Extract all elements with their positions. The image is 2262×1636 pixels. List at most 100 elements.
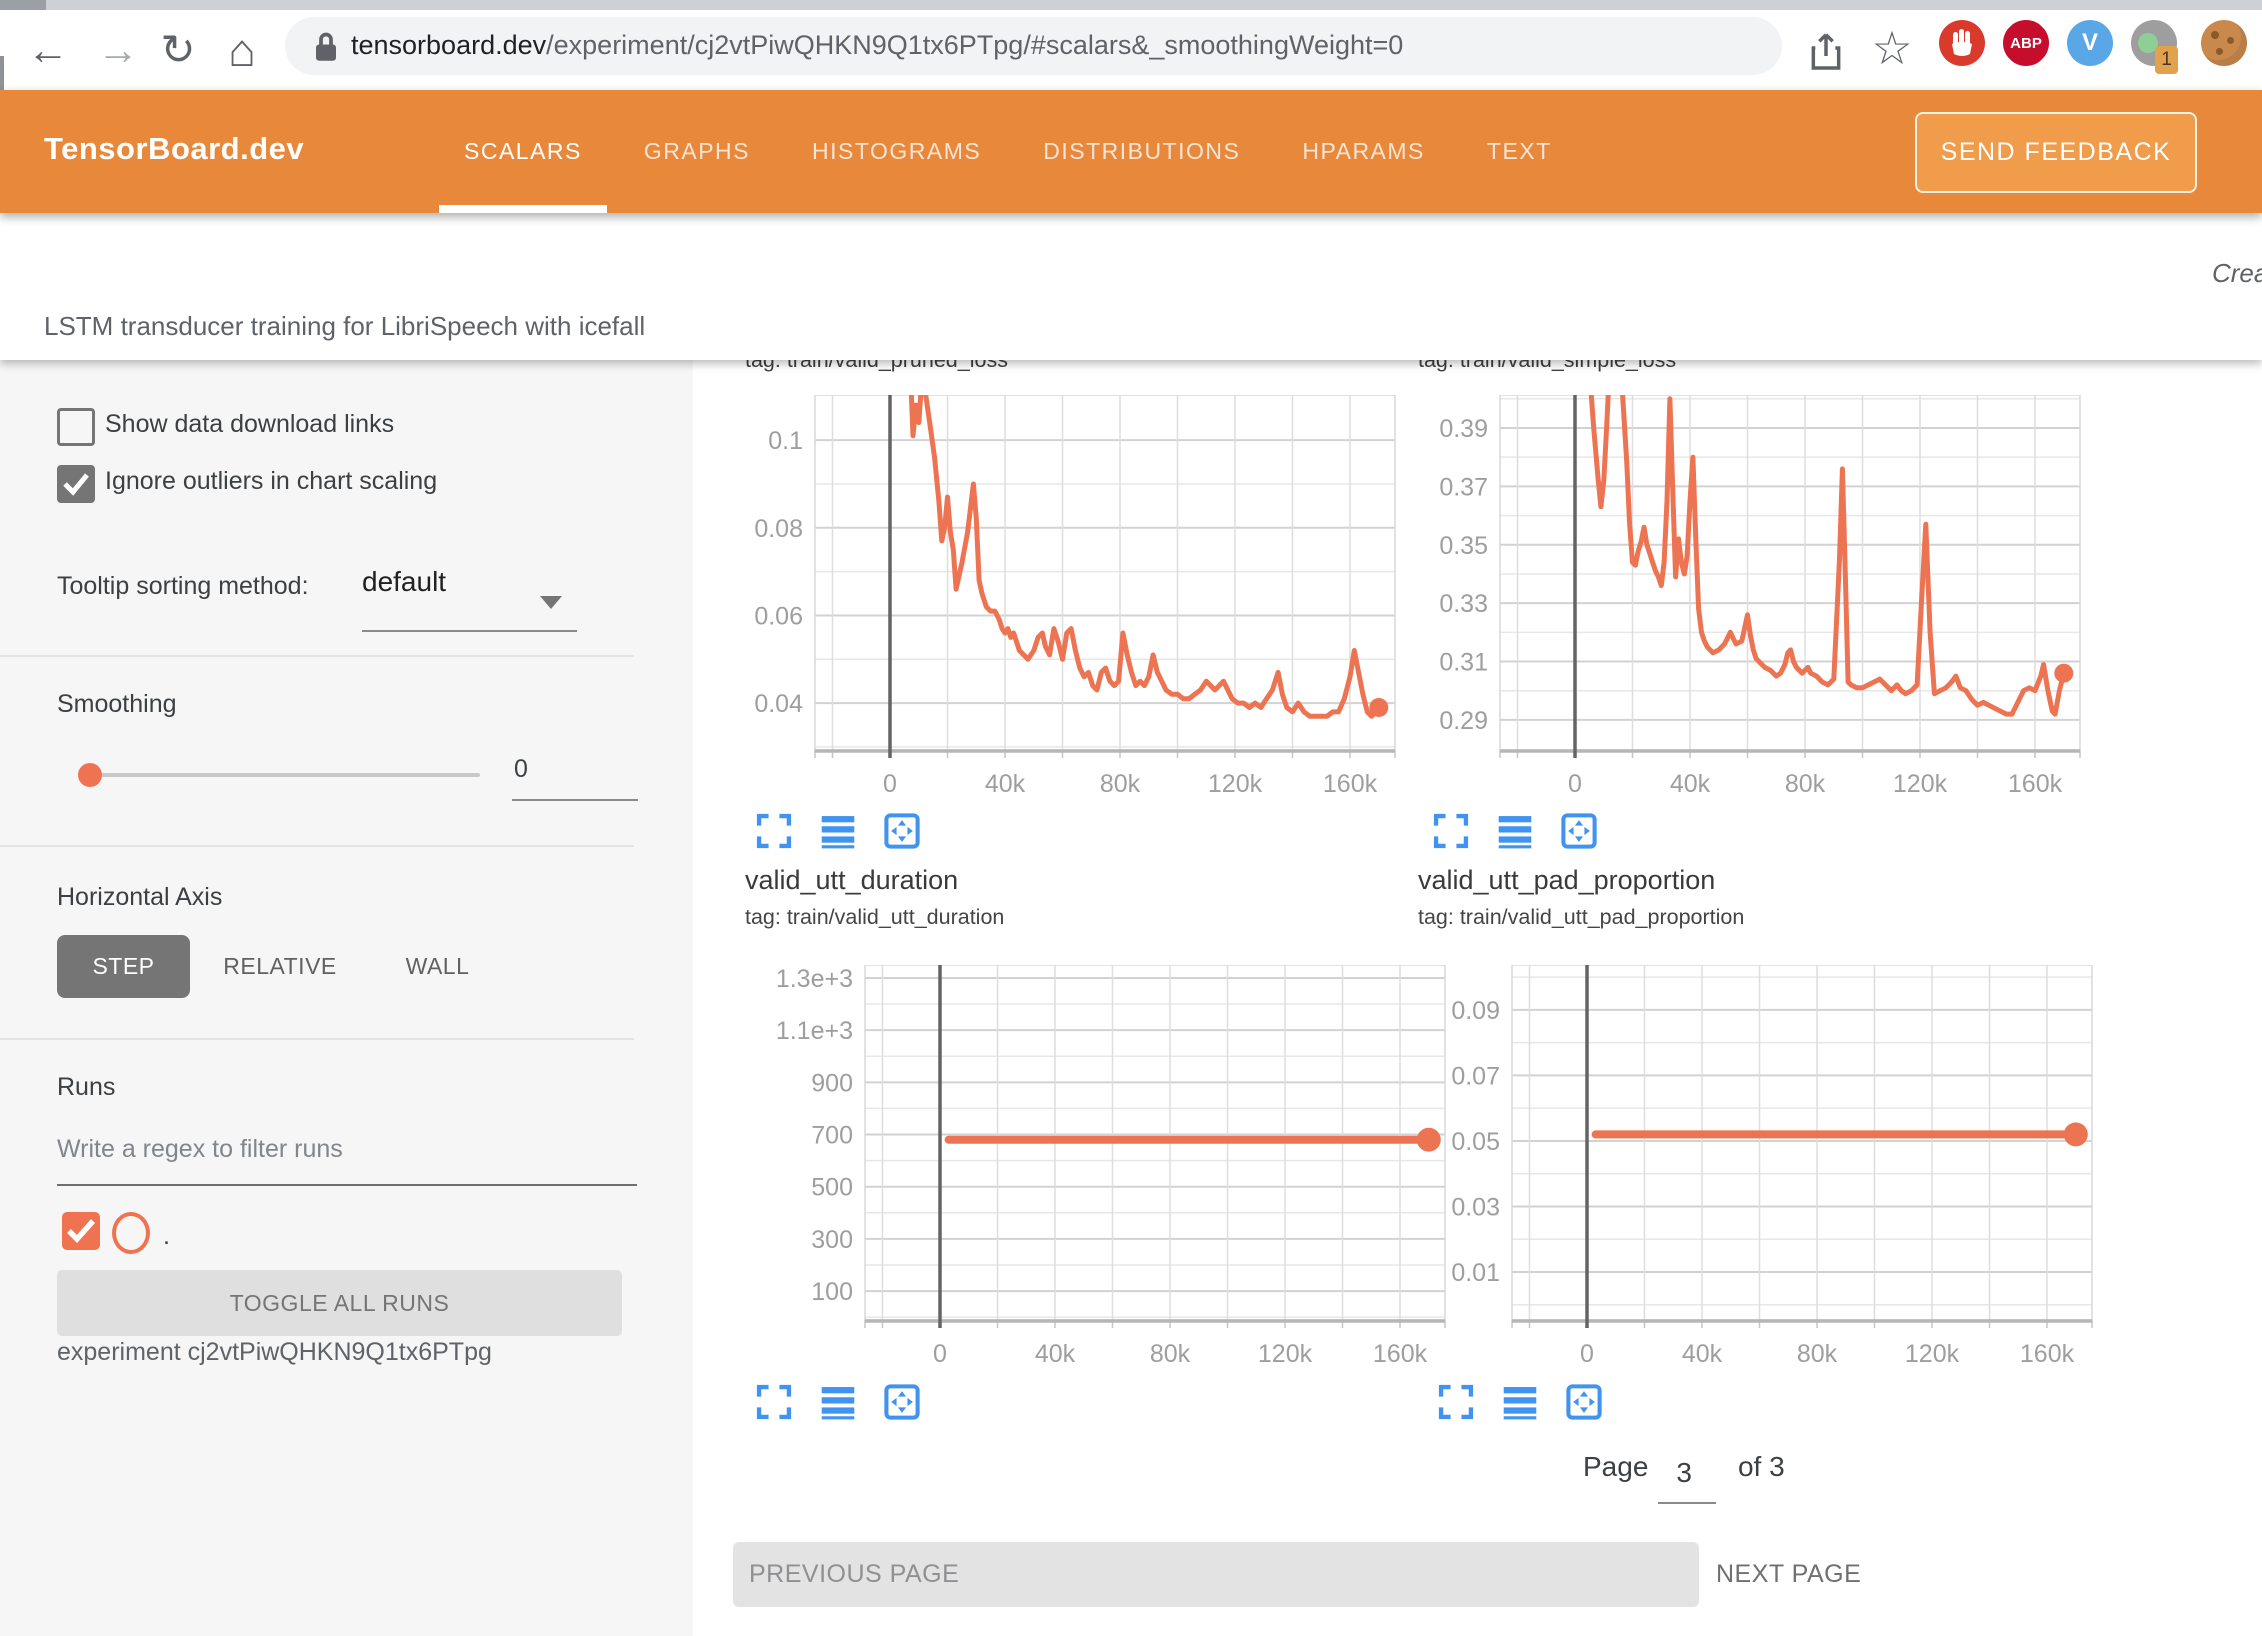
smoothing-slider[interactable] <box>88 773 480 777</box>
tab-graphs[interactable]: GRAPHS <box>613 90 781 213</box>
chart-tag: tag: train/valid_utt_pad_proportion <box>1418 905 1744 930</box>
svg-text:0: 0 <box>933 1340 947 1368</box>
share-icon[interactable] <box>1808 32 1844 77</box>
svg-text:500: 500 <box>811 1174 853 1202</box>
runs-filter-input[interactable] <box>57 1135 617 1164</box>
chart-toolbar <box>755 812 921 850</box>
smoothing-label: Smoothing <box>57 690 177 719</box>
lock-icon <box>311 30 341 69</box>
url-text[interactable]: tensorboard.dev/experiment/cj2vtPiwQHKN9… <box>351 30 1403 61</box>
svg-text:120k: 120k <box>1905 1340 1960 1368</box>
svg-text:80k: 80k <box>1150 1340 1191 1368</box>
toggle-all-runs-button[interactable]: TOGGLE ALL RUNS <box>57 1270 622 1336</box>
svg-text:0.29: 0.29 <box>1439 707 1488 735</box>
expand-chart-icon[interactable] <box>755 1383 793 1421</box>
log-scale-icon[interactable] <box>819 1383 857 1421</box>
page-number-input[interactable] <box>1656 1456 1712 1490</box>
tab-text[interactable]: TEXT <box>1456 90 1583 213</box>
expand-chart-icon[interactable] <box>1437 1383 1475 1421</box>
forward-icon[interactable]: → <box>92 24 144 76</box>
fit-data-icon[interactable] <box>1565 1383 1603 1421</box>
divider <box>0 1038 634 1040</box>
bookmark-star-icon[interactable]: ☆ <box>1866 22 1918 74</box>
tooltip-sorting-select[interactable]: default <box>362 566 446 598</box>
svg-text:40k: 40k <box>1670 770 1711 798</box>
url-bar[interactable]: tensorboard.dev/experiment/cj2vtPiwQHKN9… <box>285 17 1782 75</box>
back-icon[interactable]: ← <box>22 24 74 76</box>
pagination: Page of 3 <box>1583 1450 1785 1484</box>
previous-page-button[interactable]: PREVIOUS PAGE <box>733 1542 1699 1607</box>
svg-text:100: 100 <box>811 1278 853 1306</box>
browser-tab-edge <box>0 0 46 10</box>
show-download-links-checkbox[interactable] <box>57 408 95 446</box>
svg-text:120k: 120k <box>1258 1340 1313 1368</box>
axis-step-button[interactable]: STEP <box>57 935 190 998</box>
tooltip-sorting-label: Tooltip sorting method: <box>57 572 309 601</box>
runs-label: Runs <box>57 1073 115 1102</box>
svg-text:0.31: 0.31 <box>1439 649 1488 677</box>
chart-valid-simple-loss[interactable]: 0.390.370.350.330.310.29040k80k120k160k <box>1390 395 2090 805</box>
tab-distributions[interactable]: DISTRIBUTIONS <box>1012 90 1271 213</box>
extension-abp-icon[interactable]: ABP <box>2003 20 2049 66</box>
show-download-links-label: Show data download links <box>105 410 394 439</box>
experiment-id-label: experiment cj2vtPiwQHKN9Q1tx6PTpg <box>57 1338 492 1367</box>
log-scale-icon[interactable] <box>1496 812 1534 850</box>
svg-text:160k: 160k <box>2020 1340 2075 1368</box>
badge-count: 1 <box>2155 46 2178 74</box>
svg-text:160k: 160k <box>2008 770 2063 798</box>
svg-text:120k: 120k <box>1208 770 1263 798</box>
runs-filter-underline <box>57 1184 637 1186</box>
tab-histograms[interactable]: HISTOGRAMS <box>781 90 1012 213</box>
ignore-outliers-checkbox[interactable] <box>57 465 95 503</box>
expand-chart-icon[interactable] <box>1432 812 1470 850</box>
chart-valid-pruned-loss[interactable]: 0.10.080.060.04040k80k120k160k <box>705 395 1405 805</box>
smoothing-value-input[interactable] <box>500 755 644 784</box>
experiment-description: LSTM transducer training for LibriSpeech… <box>44 311 645 342</box>
chart-tag-cutoff: tag: train/valid_simple_loss <box>1418 360 2038 373</box>
svg-text:0.35: 0.35 <box>1439 532 1488 560</box>
chart-valid-utt-pad-proportion[interactable]: 0.090.070.050.030.01040k80k120k160k <box>1402 965 2102 1375</box>
chevron-down-icon[interactable] <box>540 596 562 609</box>
fit-data-icon[interactable] <box>883 812 921 850</box>
screen: ← → ↻ ⌂ tensorboard.dev/experiment/cj2vt… <box>0 0 2262 1636</box>
axis-relative-button[interactable]: RELATIVE <box>215 935 345 998</box>
chart-valid-utt-duration[interactable]: 1.3e+31.1e+3900700500300100040k80k120k16… <box>755 965 1455 1375</box>
svg-text:40k: 40k <box>1682 1340 1723 1368</box>
app-logo[interactable]: TensorBoard.dev <box>44 131 304 167</box>
smoothing-value-underline <box>512 799 638 801</box>
svg-text:80k: 80k <box>1100 770 1141 798</box>
tab-hparams[interactable]: HPARAMS <box>1271 90 1456 213</box>
divider <box>0 845 634 847</box>
log-scale-icon[interactable] <box>1501 1383 1539 1421</box>
extension-stop-hand-icon[interactable] <box>1939 20 1985 66</box>
smoothing-slider-thumb[interactable] <box>78 763 102 787</box>
svg-text:0.03: 0.03 <box>1451 1193 1500 1221</box>
app-header: TensorBoard.dev SCALARS GRAPHS HISTOGRAM… <box>0 90 2262 213</box>
log-scale-icon[interactable] <box>819 812 857 850</box>
fit-data-icon[interactable] <box>1560 812 1598 850</box>
run-checkbox[interactable] <box>62 1212 100 1250</box>
reload-icon[interactable]: ↻ <box>152 24 204 76</box>
axis-wall-button[interactable]: WALL <box>390 935 485 998</box>
svg-text:0.07: 0.07 <box>1451 1062 1500 1090</box>
chart-toolbar <box>1437 1383 1603 1421</box>
chart-title: valid_utt_duration <box>745 865 958 896</box>
extension-v-icon[interactable]: V <box>2067 20 2113 66</box>
chart-tag: tag: train/valid_utt_duration <box>745 905 1004 930</box>
extension-privacy-icon[interactable]: 1 <box>2131 20 2177 66</box>
extension-cookie-icon[interactable] <box>2201 20 2247 66</box>
home-icon[interactable]: ⌂ <box>216 24 268 76</box>
svg-text:40k: 40k <box>1035 1340 1076 1368</box>
tooltip-sorting-underline <box>362 630 577 632</box>
chart-title: valid_utt_pad_proportion <box>1418 865 1715 896</box>
svg-text:0.05: 0.05 <box>1451 1128 1500 1156</box>
tab-scalars[interactable]: SCALARS <box>433 90 613 213</box>
svg-text:160k: 160k <box>1323 770 1378 798</box>
run-name[interactable]: . <box>163 1222 170 1251</box>
fit-data-icon[interactable] <box>883 1383 921 1421</box>
send-feedback-button[interactable]: SEND FEEDBACK <box>1915 112 2197 193</box>
next-page-button[interactable]: NEXT PAGE <box>1716 1542 1861 1607</box>
expand-chart-icon[interactable] <box>755 812 793 850</box>
svg-text:0: 0 <box>1568 770 1582 798</box>
svg-text:80k: 80k <box>1797 1340 1838 1368</box>
